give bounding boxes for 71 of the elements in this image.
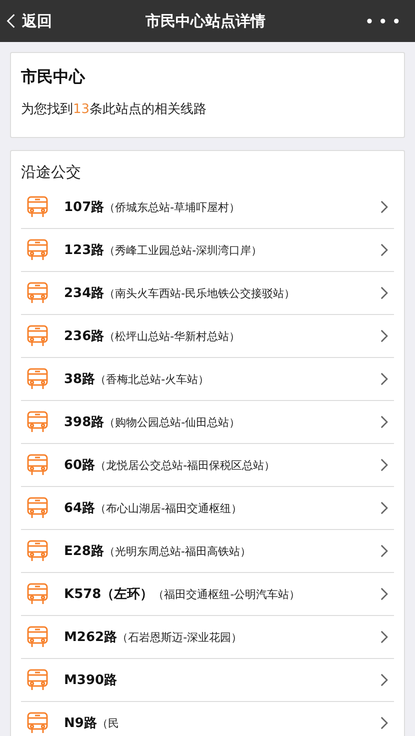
route-row[interactable]: 107路（侨城东总站-草埔吓屋村）: [21, 186, 394, 229]
route-name: N9路: [64, 715, 97, 732]
chevron-icon: [380, 200, 388, 214]
bus-icon: [27, 669, 48, 691]
bus-icon: [27, 454, 48, 476]
bus-icon: [27, 239, 48, 261]
chevron-icon: [380, 544, 388, 558]
section-title: 沿途公交: [21, 163, 82, 182]
route-count-text: 为您找到13条此站点的相关线路: [21, 101, 208, 118]
route-row[interactable]: 60路（龙悦居公交总站-福田保税区总站）: [21, 444, 394, 487]
route-row[interactable]: 398路（购物公园总站-仙田总站）: [21, 401, 394, 444]
route-row[interactable]: N9路（民: [21, 702, 394, 736]
bus-icon: [27, 712, 48, 734]
route-name: 236路: [64, 328, 104, 345]
route-stations: （龙悦居公交总站-福田保税区总站）: [95, 458, 276, 472]
page-title: 市民中心站点详情: [144, 12, 266, 30]
route-stations: （秀峰工业园总站-深圳湾口岸）: [104, 242, 264, 258]
route-stations: （香梅北总站-火车站）: [95, 372, 210, 386]
route-stations: （福田交通枢纽-公明汽车站）: [153, 586, 302, 602]
route-name: M262路: [64, 629, 118, 646]
bus-icon: [27, 497, 48, 519]
route-row[interactable]: 38路（香梅北总站-火车站）: [21, 358, 394, 401]
route-row[interactable]: 236路（松坪山总站-华新村总站）: [21, 315, 394, 358]
route-stations: （南头火车西站-民乐地铁公交接驳站）: [104, 286, 296, 300]
chevron-icon: [380, 501, 388, 515]
route-stations: （购物公园总站-仙田总站）: [104, 414, 242, 430]
chevron-icon: [380, 587, 388, 601]
bus-icon: [27, 282, 48, 304]
chevron-icon: [380, 673, 388, 687]
bus-icon: [27, 411, 48, 433]
back-icon: [6, 13, 16, 29]
route-stations: （石岩恩斯迈-深业花园）: [117, 630, 244, 644]
route-name: 38路: [64, 371, 96, 388]
chevron-icon: [380, 630, 388, 644]
bus-icon: [27, 368, 48, 390]
bus-icon: [27, 196, 48, 218]
route-row[interactable]: M262路（石岩恩斯迈-深业花园）: [21, 616, 394, 659]
route-name: 398路: [64, 414, 104, 431]
route-stations: （民: [96, 716, 120, 730]
stop-name: 市民中心: [21, 67, 86, 88]
chevron-icon: [380, 415, 388, 429]
chevron-icon: [380, 458, 388, 472]
route-row[interactable]: 123路（秀峰工业园总站-深圳湾口岸）: [21, 229, 394, 272]
chevron-icon: [380, 716, 388, 730]
route-stations: （布心山湖居-福田交通枢纽）: [95, 500, 244, 516]
bus-icon: [27, 583, 48, 605]
route-name: 60路: [64, 457, 96, 474]
bus-icon: [27, 626, 48, 648]
route-row[interactable]: M390路: [21, 659, 394, 702]
bus-icon: [27, 325, 48, 347]
chevron-icon: [380, 243, 388, 257]
bus-icon: [27, 540, 48, 562]
route-stations: （松坪山总站-华新村总站）: [104, 328, 242, 344]
route-name: M390路: [64, 672, 118, 689]
route-name: 123路: [64, 242, 104, 259]
route-name: K578（左环）: [64, 586, 154, 603]
route-name: 234路: [64, 285, 104, 302]
route-stations: （侨城东总站-草埔吓屋村）: [104, 200, 242, 214]
route-row[interactable]: 234路（南头火车西站-民乐地铁公交接驳站）: [21, 272, 394, 315]
chevron-icon: [380, 329, 388, 343]
chevron-icon: [380, 372, 388, 386]
route-stations: （光明东周总站-福田高铁站）: [104, 544, 252, 558]
route-row[interactable]: E28路（光明东周总站-福田高铁站）: [21, 530, 394, 573]
route-name: 64路: [64, 500, 96, 517]
route-row[interactable]: K578（左环）（福田交通枢纽-公明汽车站）: [21, 573, 394, 616]
chevron-icon: [380, 286, 388, 300]
route-row[interactable]: 64路（布心山湖居-福田交通枢纽）: [21, 487, 394, 530]
route-name: 107路: [64, 199, 104, 216]
route-name: E28路: [64, 543, 104, 560]
back-button[interactable]: 返回: [6, 12, 86, 30]
more-button[interactable]: •••: [325, 12, 405, 30]
